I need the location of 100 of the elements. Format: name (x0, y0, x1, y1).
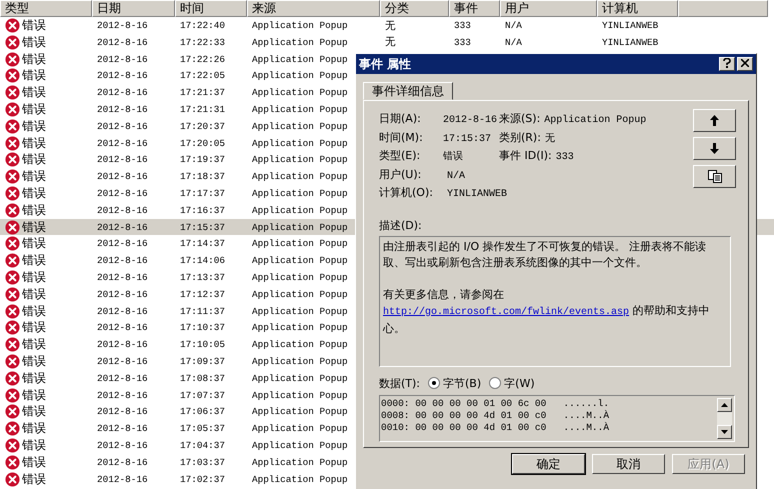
table-cell: 2012-8-16 (97, 70, 148, 82)
table-cell: 17:15:37 (180, 222, 226, 233)
table-cell: Application Popup (252, 36, 348, 48)
table-cell: 2012-8-16 (97, 238, 148, 250)
description-text: 由注册表引起的 I/O 操作发生了不可恢复的错误。 注册表将不能读取、写出或刷新包含注册表系统图像的其中一个文件。 (383, 238, 708, 270)
table-cell: 2012-8-16 (97, 87, 148, 98)
table-cell: 17:03:37 (180, 456, 226, 468)
table-cell: 2012-8-16 (97, 204, 148, 216)
field-label: 类型(E): (379, 148, 422, 163)
table-cell: 错误 (22, 268, 46, 286)
table-cell: Application Popup (252, 138, 348, 149)
table-cell: 17:14:37 (180, 238, 226, 250)
field-value: YINLIANWEB (447, 189, 508, 200)
table-cell: 17:22:40 (180, 20, 226, 31)
table-cell: Application Popup (252, 474, 348, 485)
table-cell: 17:22:05 (180, 70, 226, 82)
table-cell: 17:10:05 (180, 339, 226, 350)
table-cell: 错误 (22, 336, 46, 354)
table-cell: Application Popup (252, 372, 348, 384)
field-label: 计算机(O): (379, 185, 434, 200)
table-cell: Application Popup (252, 222, 348, 233)
table-cell: Application Popup (252, 456, 348, 468)
table-cell: 17:22:26 (180, 54, 226, 65)
field-value: N/A (447, 170, 466, 182)
table-cell: 2012-8-16 (97, 54, 148, 65)
table-cell: 2012-8-16 (97, 20, 148, 31)
table-cell: 2012-8-16 (97, 154, 148, 166)
table-cell: N/A (505, 36, 522, 48)
table-cell: 2012-8-16 (97, 36, 148, 48)
table-cell: 错误 (22, 202, 46, 219)
hex-data: 0000: 00 00 00 00 01 00 6c 00 ......l. 0008: 00 00 00 00 4d 01 00 c0 ....M..À 0010: 00 00 00 00 4d 01 00 c0 ....M..À (380, 396, 610, 434)
table-cell: 2012-8-16 (97, 440, 148, 451)
table-cell: 17:20:05 (180, 138, 226, 149)
table-cell: 错误 (22, 50, 46, 68)
table-cell: 错误 (22, 420, 46, 438)
table-cell: 错误 (22, 235, 46, 252)
table-cell: 错误 (22, 184, 46, 202)
field-label: 事件 ID(I): (499, 148, 552, 163)
table-cell: Application Popup (252, 306, 348, 317)
table-cell: 2012-8-16 (97, 171, 148, 182)
table-cell: 错误 (22, 454, 46, 471)
table-cell: 2012-8-16 (97, 372, 148, 384)
table-cell: 17:13:37 (180, 272, 226, 283)
table-cell: 17:18:37 (180, 171, 226, 182)
table-cell: 333 (454, 20, 471, 31)
table-cell: Application Popup (252, 255, 348, 266)
table-cell: Application Popup (252, 188, 348, 199)
table-cell: 错误 (22, 352, 46, 370)
table-cell: 17:16:37 (180, 204, 226, 216)
table-cell: Application Popup (252, 390, 348, 401)
table-cell: 2012-8-16 (97, 406, 148, 418)
table-cell: 17:06:37 (180, 406, 226, 418)
table-cell: Application Popup (252, 356, 348, 367)
table-cell: 17:14:06 (180, 255, 226, 266)
table-cell: 2012-8-16 (97, 188, 148, 199)
table-cell: Application Popup (252, 406, 348, 418)
table-cell: Application Popup (252, 440, 348, 451)
table-cell: Application Popup (252, 171, 348, 182)
table-cell: Application Popup (252, 339, 348, 350)
table-cell: Application Popup (252, 423, 348, 434)
table-cell: 17:11:37 (180, 306, 226, 317)
table-cell: 2012-8-16 (97, 306, 148, 317)
table-cell: 错误 (22, 34, 46, 51)
table-cell: 2012-8-16 (97, 322, 148, 334)
field-value: 错误 (443, 150, 463, 163)
table-cell: 17:21:31 (180, 104, 226, 115)
table-cell: 无 (385, 35, 396, 50)
table-cell: YINLIANWEB (602, 36, 658, 48)
table-cell: 错误 (22, 118, 46, 135)
field-label: 描述(D): (379, 218, 423, 232)
table-cell: 17:09:37 (180, 356, 226, 367)
table-cell: 17:07:37 (180, 390, 226, 401)
table-cell: 17:04:37 (180, 440, 226, 451)
table-cell: YINLIANWEB (602, 20, 658, 31)
table-cell: 错误 (22, 134, 46, 152)
table-cell: 2012-8-16 (97, 474, 148, 485)
table-cell: 无 (385, 18, 396, 32)
table-cell: Application Popup (252, 54, 348, 65)
table-cell: 17:22:33 (180, 36, 226, 48)
table-cell: 错误 (22, 100, 46, 118)
table-cell: 错误 (22, 84, 46, 102)
table-cell: 2012-8-16 (97, 255, 148, 266)
field-label: 用户(U): (379, 166, 422, 182)
table-cell: 错误 (22, 370, 46, 387)
table-cell: 错误 (22, 436, 46, 454)
field-value: Application Popup (544, 115, 646, 126)
table-cell: 错误 (22, 403, 46, 420)
table-cell: Application Popup (252, 70, 348, 82)
table-cell: 2012-8-16 (97, 288, 148, 300)
table-cell: 错误 (22, 168, 46, 186)
table-cell: 错误 (22, 252, 46, 270)
table-cell: Application Popup (252, 272, 348, 283)
table-cell: 2012-8-16 (97, 356, 148, 367)
table-cell: Application Popup (252, 288, 348, 300)
table-cell: 错误 (22, 218, 46, 236)
table-cell: 2012-8-16 (97, 423, 148, 434)
table-cell: 2012-8-16 (97, 456, 148, 468)
field-label: 数据(T): (379, 376, 420, 390)
table-cell: 17:21:37 (180, 87, 226, 98)
table-cell: 错误 (22, 470, 46, 488)
